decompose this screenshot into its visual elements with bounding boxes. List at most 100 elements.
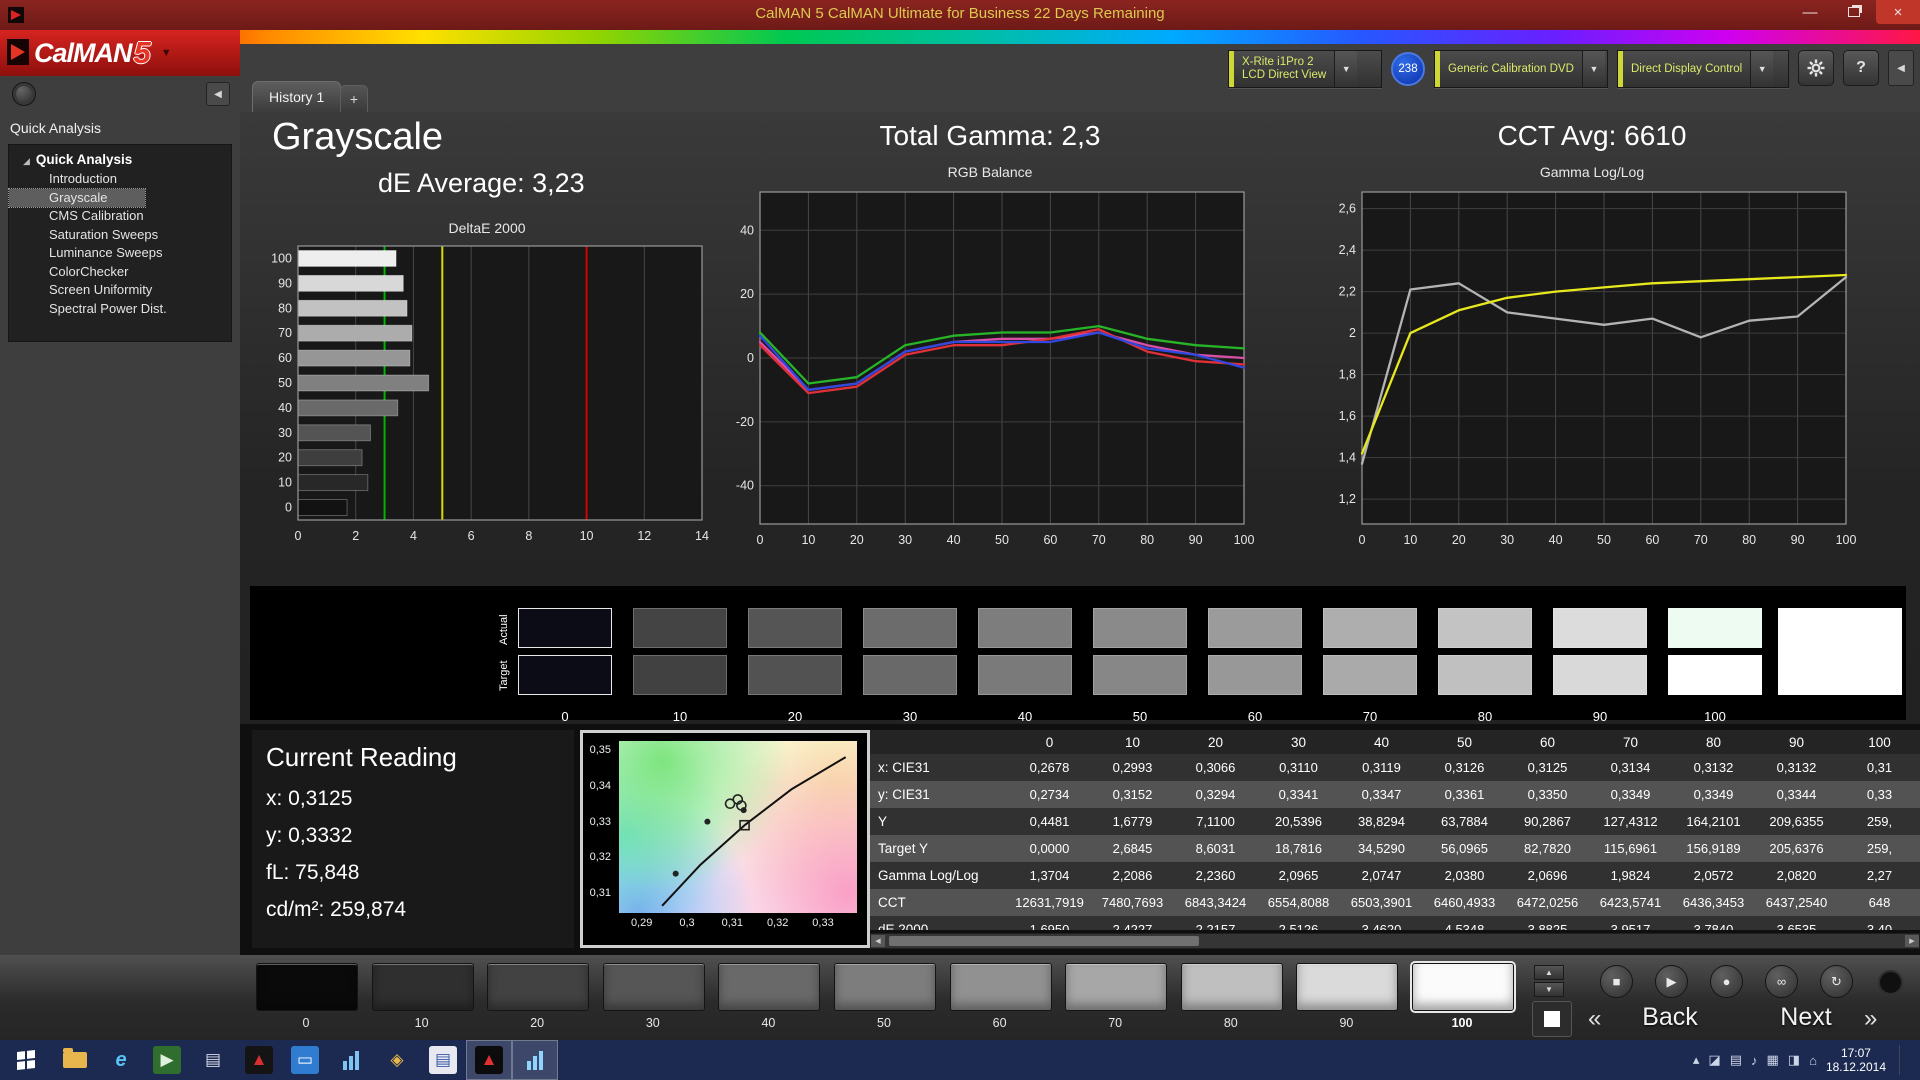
calman-logo[interactable]: CalMAN 5 ▼	[0, 30, 240, 76]
meter-mode: LCD Direct View	[1242, 69, 1327, 81]
tray-icon-5[interactable]: ◨	[1788, 1052, 1800, 1068]
refresh-button[interactable]: ↻	[1820, 965, 1853, 998]
pattern-bottom-bar: ▲ ▼ ■ ▶ ● ∞ ↻ « Back Next » 0 10 20 30 40 50 6…	[0, 955, 1920, 1040]
tray-icon-6[interactable]: ⌂	[1809, 1053, 1817, 1068]
task-monitor-icon[interactable]	[328, 1040, 374, 1080]
svg-text:0: 0	[757, 533, 764, 547]
spinner-down-button[interactable]: ▼	[1534, 982, 1564, 997]
tray-icon-2[interactable]: ▤	[1730, 1052, 1742, 1068]
start-button[interactable]	[0, 1040, 52, 1080]
workflow-tree: ◢ Quick Analysis Introduction Grayscale CMS…	[8, 144, 232, 342]
media-player-icon[interactable]: ▶	[144, 1040, 190, 1080]
chevron-down-icon[interactable]: ▼	[1334, 51, 1358, 87]
level-button-50[interactable]	[834, 963, 936, 1011]
link-button[interactable]: ∞	[1765, 965, 1798, 998]
source-dropdown[interactable]: Generic Calibration DVD ▼	[1434, 50, 1608, 88]
swatch-level-label: 70	[1362, 709, 1378, 724]
cell: 0,3134	[1610, 760, 1651, 775]
sidebar-item-screen-uniformity[interactable]: Screen Uniformity	[9, 281, 231, 300]
scroll-left-icon[interactable]: ◀	[871, 935, 885, 947]
table-scrollbar[interactable]: ◀ ▶	[870, 933, 1920, 949]
svg-text:50: 50	[278, 376, 292, 390]
cell: 6554,8088	[1267, 895, 1330, 910]
table-header-row: 0 10 20 30 40 50 60 70 80 90 100	[870, 730, 1920, 754]
calman5-icon[interactable]: ▲	[466, 1040, 512, 1080]
sidebar-item-grayscale[interactable]: Grayscale	[8, 187, 146, 208]
tree-root[interactable]: ◢ Quick Analysis	[9, 150, 231, 170]
back-button[interactable]: Back	[1620, 1003, 1720, 1032]
table-row: x: CIE31 0,2678 0,2993 0,3066 0,3110 0,3119 0,…	[870, 754, 1920, 781]
color-utility-icon[interactable]: ◈	[374, 1040, 420, 1080]
panel-collapse-button[interactable]: ◀	[1888, 50, 1914, 86]
system-analytics-icon[interactable]	[512, 1040, 558, 1080]
level-button-40[interactable]	[718, 963, 821, 1011]
status-led	[1878, 970, 1903, 995]
level-label-20: 20	[530, 1016, 545, 1030]
level-button-70[interactable]	[1065, 963, 1168, 1011]
chevron-down-icon[interactable]: ▼	[1750, 51, 1774, 87]
stop-button[interactable]: ■	[1600, 965, 1633, 998]
charts-area: Grayscale dE Average: 3,23 Total Gamma: …	[240, 112, 1920, 582]
sidebar-item-colorchecker[interactable]: ColorChecker	[9, 263, 231, 282]
svg-text:90: 90	[278, 276, 292, 290]
next-chevron-icon[interactable]: »	[1864, 1005, 1877, 1033]
tray-icon-4[interactable]: ▦	[1766, 1052, 1778, 1068]
gear-icon	[1807, 59, 1825, 77]
spinner-up-button[interactable]: ▲	[1534, 965, 1564, 980]
header: CalMAN 5 ▼ ◀ History 1 + X-Rite i1Pro 2L…	[0, 30, 1920, 112]
clock[interactable]: 17:07 18.12.2014	[1826, 1046, 1886, 1074]
play-button[interactable]: ▶	[1655, 965, 1688, 998]
level-button-30[interactable]	[602, 963, 705, 1011]
tree-expanded-icon: ◢	[23, 156, 30, 166]
sidebar-item-saturation-sweeps[interactable]: Saturation Sweeps	[9, 226, 231, 245]
pattern-window-button[interactable]	[1532, 1001, 1572, 1037]
scrollbar-thumb[interactable]	[889, 936, 1199, 946]
workflow-button[interactable]	[12, 82, 36, 106]
add-tab-button[interactable]: +	[340, 85, 368, 112]
sidebar-item-introduction[interactable]: Introduction	[9, 170, 231, 189]
meter-dropdown[interactable]: X-Rite i1Pro 2 LCD Direct View ▼	[1228, 50, 1382, 88]
swatch-level-label: 40	[1017, 709, 1033, 724]
cell: 3,6535	[1776, 922, 1817, 930]
tray-icon-0[interactable]: ▴	[1693, 1052, 1700, 1068]
sidebar-item-spectral-power-dist[interactable]: Spectral Power Dist.	[9, 300, 231, 319]
tray-icon-3[interactable]: ♪	[1751, 1053, 1758, 1068]
svg-text:20: 20	[278, 451, 292, 465]
level-button-0[interactable]	[256, 963, 358, 1011]
level-button-90[interactable]	[1296, 963, 1399, 1011]
settings-button[interactable]	[1798, 50, 1834, 86]
show-desktop-button[interactable]	[1899, 1045, 1914, 1075]
calman-color-client-icon[interactable]: ▲	[236, 1040, 282, 1080]
capture-button[interactable]: ●	[1710, 965, 1743, 998]
document-viewer-icon[interactable]: ▤	[420, 1040, 466, 1080]
cell: 0,3152	[1112, 787, 1153, 802]
tray-icon-1[interactable]: ◪	[1708, 1052, 1720, 1068]
back-chevron-icon[interactable]: «	[1588, 1005, 1601, 1033]
notepad-icon[interactable]: ▤	[190, 1040, 236, 1080]
level-button-80[interactable]	[1180, 963, 1283, 1011]
chevron-down-icon[interactable]: ▼	[1581, 51, 1605, 87]
file-explorer-icon[interactable]	[52, 1040, 98, 1080]
tab-history-1[interactable]: History 1	[252, 81, 342, 112]
close-button[interactable]: ×	[1876, 0, 1920, 24]
help-button[interactable]: ?	[1843, 50, 1879, 86]
target-swatch-80	[1438, 655, 1532, 695]
internet-explorer-icon[interactable]: e	[98, 1040, 144, 1080]
display-control-dropdown[interactable]: Direct Display Control ▼	[1617, 50, 1789, 88]
scroll-right-icon[interactable]: ▶	[1905, 935, 1919, 947]
restore-button[interactable]	[1832, 0, 1876, 24]
cell: 4,5348	[1444, 922, 1485, 930]
sidebar-collapse-button[interactable]: ◀	[206, 82, 230, 106]
level-button-100[interactable]	[1410, 961, 1516, 1013]
svg-text:60: 60	[278, 351, 292, 365]
next-button[interactable]: Next	[1756, 1003, 1856, 1032]
actual-swatch-80	[1438, 608, 1532, 648]
level-button-60[interactable]	[949, 963, 1052, 1011]
screen-sharing-icon[interactable]: ▭	[282, 1040, 328, 1080]
minimize-button[interactable]: —	[1788, 0, 1832, 24]
cell: 8,6031	[1195, 841, 1236, 856]
sidebar-item-luminance-sweeps[interactable]: Luminance Sweeps	[9, 244, 231, 263]
sidebar-item-cms-calibration[interactable]: CMS Calibration	[9, 207, 231, 226]
level-button-20[interactable]	[487, 963, 590, 1011]
level-button-10[interactable]	[371, 963, 474, 1011]
